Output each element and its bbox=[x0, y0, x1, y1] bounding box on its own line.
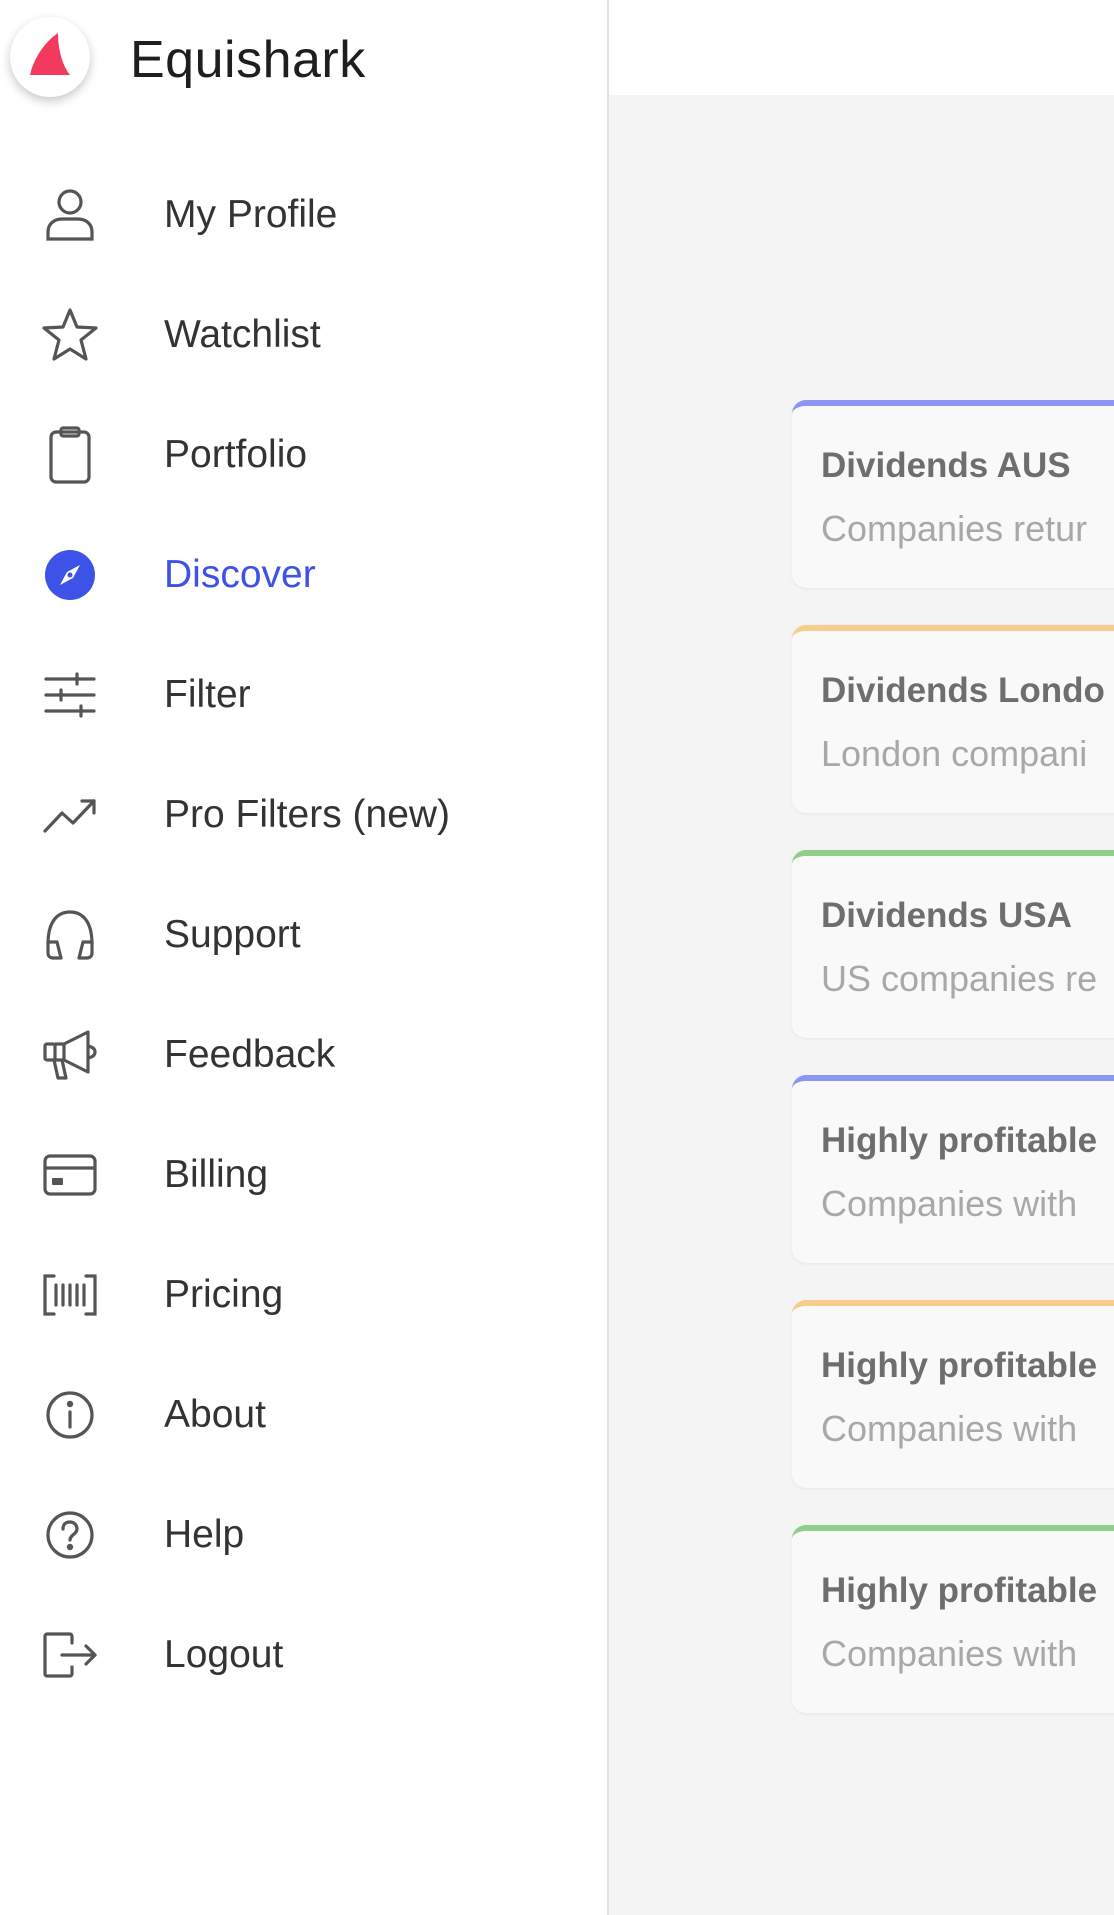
nav-label: About bbox=[164, 1393, 266, 1436]
sliders-icon bbox=[40, 665, 100, 725]
card-title: Dividends Londo bbox=[821, 671, 1105, 710]
logout-icon bbox=[40, 1625, 100, 1685]
nav-item-support[interactable]: Support bbox=[0, 880, 600, 990]
app-logo[interactable] bbox=[10, 17, 90, 97]
trending-up-icon bbox=[40, 785, 100, 845]
nav-label: Logout bbox=[164, 1633, 284, 1676]
discover-card[interactable]: Dividends Londo London compani bbox=[792, 625, 1114, 813]
nav-label: Support bbox=[164, 913, 301, 956]
nav-item-about[interactable]: About bbox=[0, 1360, 600, 1470]
nav-label: Feedback bbox=[164, 1033, 336, 1076]
nav-label: Billing bbox=[164, 1153, 269, 1196]
nav-label: Pricing bbox=[164, 1273, 284, 1316]
discover-card[interactable]: Highly profitable Companies with bbox=[792, 1300, 1114, 1488]
nav-item-pricing[interactable]: Pricing bbox=[0, 1240, 600, 1350]
card-title: Highly profitable bbox=[821, 1571, 1098, 1610]
nav-item-watchlist[interactable]: Watchlist bbox=[0, 280, 600, 390]
nav-label: Filter bbox=[164, 673, 251, 716]
nav-item-filter[interactable]: Filter bbox=[0, 640, 600, 750]
card-title: Highly profitable bbox=[821, 1346, 1098, 1385]
nav-label: Discover bbox=[164, 553, 316, 596]
navigation-drawer: Equishark My Profile Watchlist Portfolio… bbox=[0, 0, 609, 1915]
credit-card-icon bbox=[40, 1145, 100, 1205]
clipboard-icon bbox=[40, 425, 100, 485]
discover-card[interactable]: Highly profitable Companies with bbox=[792, 1525, 1114, 1713]
compass-icon bbox=[40, 545, 100, 605]
card-title: Dividends AUS bbox=[821, 446, 1071, 485]
app-title: Equishark bbox=[130, 31, 366, 89]
card-description: Companies with bbox=[821, 1183, 1078, 1224]
card-description: London compani bbox=[821, 733, 1088, 774]
user-icon bbox=[40, 185, 100, 245]
discover-content: Dividends AUS Companies retur Dividends … bbox=[609, 0, 1114, 1915]
shark-fin-icon bbox=[30, 33, 70, 75]
nav-item-portfolio[interactable]: Portfolio bbox=[0, 400, 600, 510]
card-description: Companies with bbox=[821, 1408, 1078, 1449]
megaphone-icon bbox=[40, 1025, 100, 1085]
card-title: Highly profitable bbox=[821, 1121, 1098, 1160]
help-icon bbox=[40, 1505, 100, 1565]
nav-label: Pro Filters (new) bbox=[164, 793, 451, 836]
nav-item-pro-filters[interactable]: Pro Filters (new) bbox=[0, 760, 600, 870]
nav-label: My Profile bbox=[164, 193, 338, 236]
info-icon bbox=[40, 1385, 100, 1445]
star-icon bbox=[40, 305, 100, 365]
card-description: US companies re bbox=[821, 958, 1098, 999]
discover-card[interactable]: Dividends USA US companies re bbox=[792, 850, 1114, 1038]
app-root: Dividends AUS Companies retur Dividends … bbox=[0, 0, 1114, 1915]
barcode-icon bbox=[40, 1265, 100, 1325]
nav-label: Watchlist bbox=[164, 313, 321, 356]
discover-card[interactable]: Highly profitable Companies with bbox=[792, 1075, 1114, 1263]
headphones-icon bbox=[40, 905, 100, 965]
nav-label: Help bbox=[164, 1513, 245, 1556]
nav-item-feedback[interactable]: Feedback bbox=[0, 1000, 600, 1110]
discover-card[interactable]: Dividends AUS Companies retur bbox=[792, 400, 1114, 588]
nav-item-logout[interactable]: Logout bbox=[0, 1600, 600, 1710]
card-description: Companies retur bbox=[821, 508, 1088, 549]
nav-item-discover[interactable]: Discover bbox=[0, 520, 600, 630]
card-description: Companies with bbox=[821, 1633, 1078, 1674]
nav-item-help[interactable]: Help bbox=[0, 1480, 600, 1590]
nav-item-my-profile[interactable]: My Profile bbox=[0, 160, 600, 270]
nav-label: Portfolio bbox=[164, 433, 308, 476]
card-title: Dividends USA bbox=[821, 896, 1072, 935]
top-bar bbox=[609, 0, 1114, 95]
nav-item-billing[interactable]: Billing bbox=[0, 1120, 600, 1230]
